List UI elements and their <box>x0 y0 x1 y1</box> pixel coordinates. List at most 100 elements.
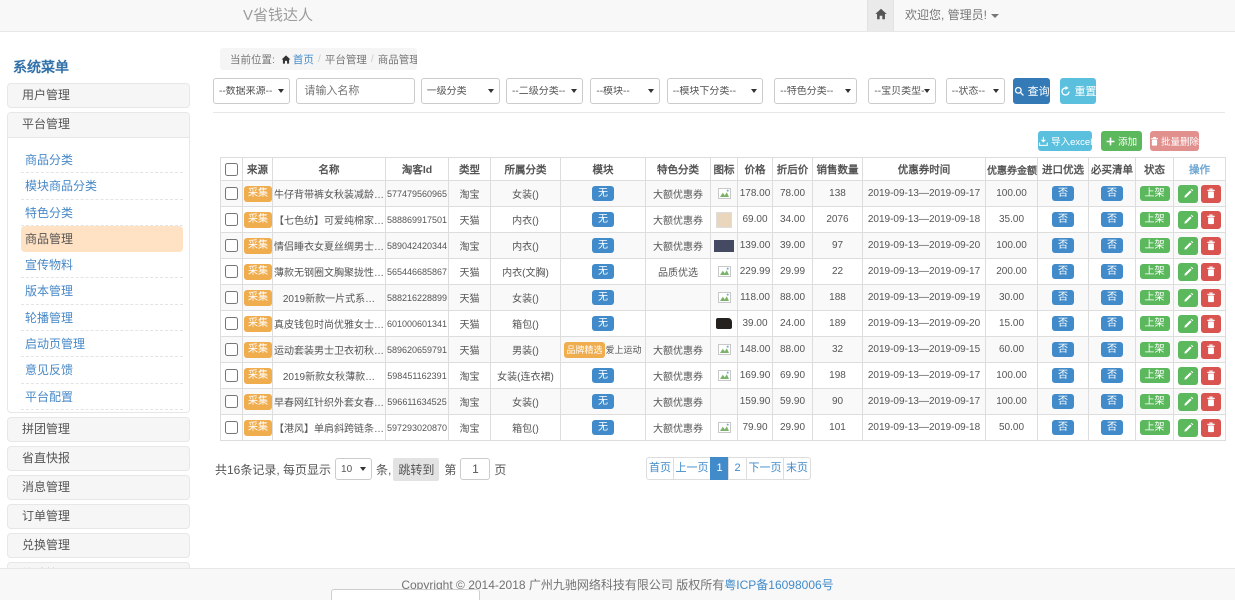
edit-button[interactable] <box>1178 211 1198 229</box>
delete-button[interactable] <box>1201 211 1221 229</box>
sidebar-item-splash-management[interactable]: 启动页管理 <box>21 331 183 357</box>
user-menu[interactable]: 欢迎您, 管理员! <box>905 0 999 31</box>
batch-delete-button[interactable]: 批量删除 <box>1150 131 1199 151</box>
row-checkbox[interactable] <box>225 343 238 356</box>
delete-button[interactable] <box>1201 315 1221 333</box>
add-button[interactable]: 添加 <box>1101 131 1142 151</box>
sidebar-item-promo-material[interactable]: 宣传物料 <box>21 252 183 278</box>
status-badge[interactable]: 上架 <box>1140 394 1170 409</box>
edit-button[interactable] <box>1178 289 1198 307</box>
icp-link[interactable]: 粤ICP备16098006号 <box>724 578 833 592</box>
sidebar-item-platform-config[interactable]: 平台配置 <box>21 384 183 410</box>
import-toggle[interactable]: 否 <box>1052 316 1074 331</box>
import-toggle[interactable]: 否 <box>1052 394 1074 409</box>
item-type-select[interactable]: --宝贝类型-- <box>868 78 936 104</box>
must-buy-toggle[interactable]: 否 <box>1101 212 1123 227</box>
navbar-home-button[interactable] <box>867 0 894 31</box>
status-badge[interactable]: 上架 <box>1140 238 1170 253</box>
pager-prev[interactable]: 上一页 <box>673 457 711 480</box>
import-toggle[interactable]: 否 <box>1052 212 1074 227</box>
pager-next[interactable]: 下一页 <box>746 457 784 480</box>
feature-category-select[interactable]: --特色分类-- <box>774 78 857 104</box>
status-badge[interactable]: 上架 <box>1140 212 1170 227</box>
row-checkbox[interactable] <box>225 239 238 252</box>
row-checkbox[interactable] <box>225 265 238 278</box>
status-badge[interactable]: 上架 <box>1140 264 1170 279</box>
status-badge[interactable]: 上架 <box>1140 316 1170 331</box>
select-all-checkbox[interactable] <box>225 163 238 176</box>
import-toggle[interactable]: 否 <box>1052 290 1074 305</box>
breadcrumb-home-link[interactable]: 首页 <box>293 52 314 67</box>
status-badge[interactable]: 上架 <box>1140 186 1170 201</box>
sidebar-group-groupbuy[interactable]: 拼团管理 <box>7 417 190 442</box>
sidebar-item-version-management[interactable]: 版本管理 <box>21 278 183 304</box>
delete-button[interactable] <box>1201 419 1221 437</box>
sidebar-item-module-goods-category[interactable]: 模块商品分类 <box>21 173 183 199</box>
must-buy-toggle[interactable]: 否 <box>1101 238 1123 253</box>
delete-button[interactable] <box>1201 263 1221 281</box>
edit-button[interactable] <box>1178 237 1198 255</box>
edit-button[interactable] <box>1178 341 1198 359</box>
pager-page-2[interactable]: 2 <box>728 457 747 480</box>
edit-button[interactable] <box>1178 185 1198 203</box>
sidebar-item-goods-category[interactable]: 商品分类 <box>21 147 183 173</box>
delete-button[interactable] <box>1201 367 1221 385</box>
must-buy-toggle[interactable]: 否 <box>1101 368 1123 383</box>
sidebar-group-users[interactable]: 用户管理 <box>7 83 190 108</box>
sidebar-item-goods-management[interactable]: 商品管理 <box>21 226 183 252</box>
sidebar-group-platform-header[interactable]: 平台管理 <box>8 113 189 138</box>
level2-category-select[interactable]: --二级分类-- <box>506 78 583 104</box>
sidebar-group-message[interactable]: 消息管理 <box>7 475 190 500</box>
module-select[interactable]: --模块-- <box>590 78 660 104</box>
delete-button[interactable] <box>1201 289 1221 307</box>
name-search-input[interactable] <box>296 78 415 104</box>
edit-button[interactable] <box>1178 367 1198 385</box>
page-number-input[interactable] <box>460 458 490 480</box>
reset-button[interactable]: 重置 <box>1060 78 1096 104</box>
import-excel-button[interactable]: 导入excel <box>1038 131 1092 151</box>
status-badge[interactable]: 上架 <box>1140 420 1170 435</box>
import-toggle[interactable]: 否 <box>1052 186 1074 201</box>
import-toggle[interactable]: 否 <box>1052 420 1074 435</box>
must-buy-toggle[interactable]: 否 <box>1101 394 1123 409</box>
search-button[interactable]: 查询 <box>1013 78 1050 104</box>
must-buy-toggle[interactable]: 否 <box>1101 420 1123 435</box>
edit-button[interactable] <box>1178 315 1198 333</box>
row-checkbox[interactable] <box>225 317 238 330</box>
data-source-select[interactable]: --数据来源-- <box>213 78 290 104</box>
delete-button[interactable] <box>1201 237 1221 255</box>
page-size-select[interactable]: 10 <box>335 458 372 480</box>
import-toggle[interactable]: 否 <box>1052 264 1074 279</box>
edit-button[interactable] <box>1178 393 1198 411</box>
row-checkbox[interactable] <box>225 421 238 434</box>
must-buy-toggle[interactable]: 否 <box>1101 186 1123 201</box>
edit-button[interactable] <box>1178 263 1198 281</box>
edit-button[interactable] <box>1178 419 1198 437</box>
must-buy-toggle[interactable]: 否 <box>1101 264 1123 279</box>
delete-button[interactable] <box>1201 393 1221 411</box>
row-checkbox[interactable] <box>225 291 238 304</box>
status-badge[interactable]: 上架 <box>1140 368 1170 383</box>
must-buy-toggle[interactable]: 否 <box>1101 290 1123 305</box>
status-badge[interactable]: 上架 <box>1140 290 1170 305</box>
sidebar-group-exchange[interactable]: 兑换管理 <box>7 533 190 558</box>
must-buy-toggle[interactable]: 否 <box>1101 316 1123 331</box>
delete-button[interactable] <box>1201 185 1221 203</box>
sidebar-item-feedback[interactable]: 意见反馈 <box>21 357 183 383</box>
pager-page-1[interactable]: 1 <box>710 457 729 480</box>
row-checkbox[interactable] <box>225 187 238 200</box>
pager-last[interactable]: 末页 <box>783 457 811 480</box>
status-select[interactable]: --状态-- <box>946 78 1005 104</box>
module-subcategory-select[interactable]: --模块下分类-- <box>667 78 763 104</box>
sidebar-group-order[interactable]: 订单管理 <box>7 504 190 529</box>
must-buy-toggle[interactable]: 否 <box>1101 342 1123 357</box>
sidebar-item-feature-category[interactable]: 特色分类 <box>21 200 183 226</box>
breadcrumb-level1[interactable]: 平台管理 <box>325 52 367 67</box>
status-badge[interactable]: 上架 <box>1140 342 1170 357</box>
import-toggle[interactable]: 否 <box>1052 368 1074 383</box>
sidebar-item-carousel-management[interactable]: 轮播管理 <box>21 305 183 331</box>
row-checkbox[interactable] <box>225 213 238 226</box>
pager-first[interactable]: 首页 <box>646 457 674 480</box>
row-checkbox[interactable] <box>225 395 238 408</box>
level1-category-select[interactable]: 一级分类 <box>421 78 500 104</box>
